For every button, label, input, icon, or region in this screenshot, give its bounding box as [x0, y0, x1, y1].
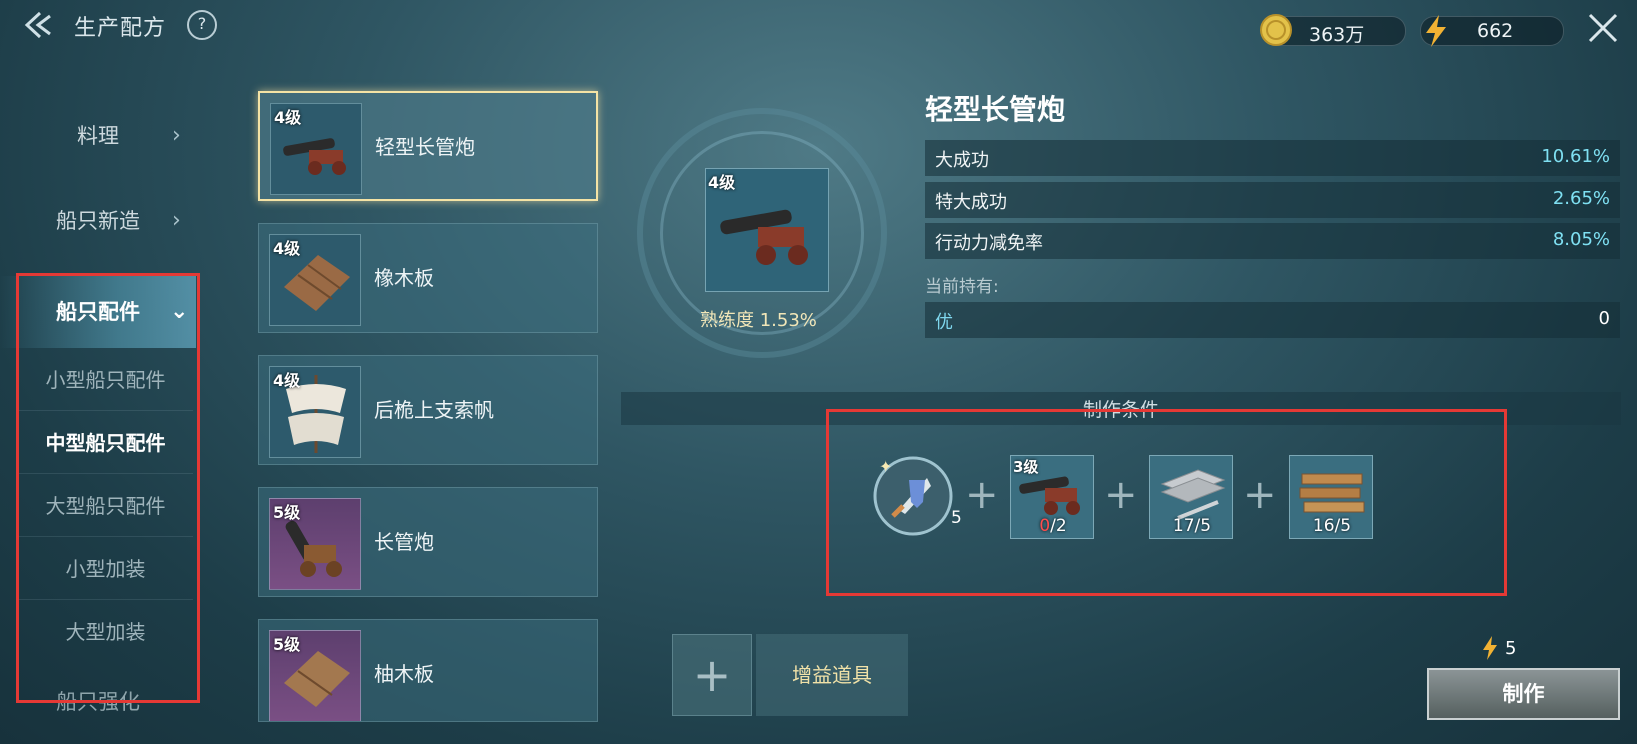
stat-row: 行动力减免率 8.05%	[925, 223, 1620, 259]
level-badge: 4级	[708, 173, 736, 192]
proficiency-text: 熟练度 1.53%	[700, 310, 817, 331]
recipe-thumbnail: 5级	[269, 498, 361, 590]
recipe-name: 长管炮	[374, 530, 434, 554]
craft-button[interactable]: 制作	[1427, 668, 1620, 720]
lightning-icon	[1426, 15, 1446, 47]
recipe-name: 柚木板	[374, 662, 434, 686]
level-badge: 5级	[273, 503, 301, 522]
cannon-icon	[720, 209, 808, 265]
gold-value: 363万	[1309, 24, 1365, 46]
stat-row: 特大成功 2.65%	[925, 182, 1620, 218]
stat-label: 行动力减免率	[935, 233, 1043, 254]
recipe-thumbnail: 4级	[270, 103, 362, 195]
add-boost-button[interactable]: +	[672, 634, 752, 716]
recipe-card[interactable]: 4级 轻型长管炮	[258, 91, 598, 201]
chevron-right-icon: ›	[172, 123, 181, 148]
close-icon	[1588, 13, 1618, 43]
recipe-name: 后桅上支索帆	[374, 398, 494, 422]
recipe-thumbnail: 5级	[269, 630, 361, 721]
recipe-card[interactable]: 4级 后桅上支索帆	[258, 355, 598, 465]
stat-label: 特大成功	[935, 192, 1007, 213]
back-arrow-icon	[24, 11, 51, 39]
selected-item-preview: 4级	[705, 168, 829, 292]
coin-icon	[1260, 14, 1292, 46]
boost-item-button[interactable]: 增益道具	[756, 634, 908, 716]
recipe-name: 轻型长管炮	[375, 135, 475, 159]
menu-item-shipbuilding[interactable]: 船只新造 ›	[0, 191, 196, 251]
recipe-name: 橡木板	[374, 266, 434, 290]
back-button[interactable]	[22, 10, 62, 40]
energy-cost: 5	[1505, 638, 1517, 659]
menu-item-label: 料理	[77, 124, 119, 148]
lightning-icon	[1483, 636, 1497, 660]
holding-label: 当前持有:	[925, 277, 999, 297]
level-badge: 4级	[273, 371, 301, 390]
item-title: 轻型长管炮	[925, 93, 1066, 126]
recipe-card[interactable]: 4级 橡木板	[258, 223, 598, 333]
highlight-box-materials	[826, 409, 1507, 596]
energy-value: 662	[1477, 20, 1514, 42]
highlight-box-menu	[16, 273, 200, 703]
level-badge: 4级	[274, 108, 302, 127]
stat-label: 大成功	[935, 150, 989, 171]
level-badge: 4级	[273, 239, 301, 258]
menu-item-label: 船只新造	[56, 209, 140, 233]
help-button[interactable]: ?	[187, 10, 217, 40]
holding-count: 0	[1598, 308, 1610, 329]
menu-item-cooking[interactable]: 料理 ›	[0, 106, 196, 166]
level-badge: 5级	[273, 635, 301, 654]
page-title: 生产配方	[74, 16, 167, 41]
recipe-card[interactable]: 5级 长管炮	[258, 487, 598, 597]
holding-row: 优 0	[925, 302, 1620, 338]
stat-row: 大成功 10.61%	[925, 140, 1620, 176]
stat-value: 2.65%	[1552, 188, 1610, 209]
recipe-thumbnail: 4级	[269, 234, 361, 326]
close-button[interactable]	[1587, 12, 1619, 48]
recipe-thumbnail: 4级	[269, 366, 361, 458]
energy-counter: 662	[1420, 15, 1564, 47]
stat-value: 8.05%	[1552, 229, 1610, 250]
chevron-right-icon: ›	[172, 208, 181, 233]
cannon-icon	[283, 138, 346, 175]
quality-label: 优	[935, 312, 953, 333]
gold-counter: 363万	[1260, 14, 1406, 46]
stat-value: 10.61%	[1541, 146, 1610, 167]
cannon-icon	[285, 520, 342, 577]
recipe-card[interactable]: 5级 柚木板	[258, 619, 598, 722]
